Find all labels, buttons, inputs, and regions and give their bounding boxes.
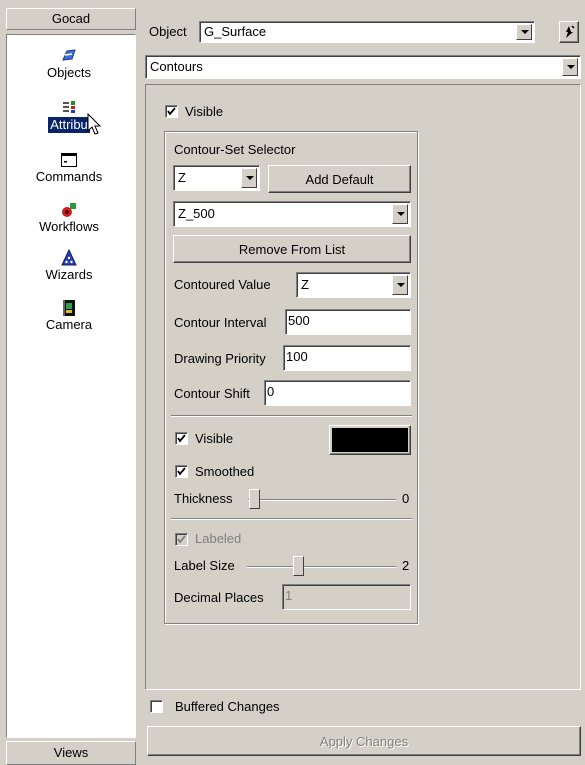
check-icon — [177, 467, 186, 476]
views-panel-button[interactable]: Views — [6, 741, 136, 765]
label-size-label: Label Size — [174, 558, 235, 573]
object-select[interactable]: G_Surface — [199, 21, 535, 43]
add-default-button[interactable]: Add Default — [268, 165, 411, 193]
contour-set-select-value: Z_500 — [178, 206, 215, 221]
contour-set-select[interactable]: Z_500 — [173, 201, 411, 227]
pin-icon — [566, 25, 575, 38]
tool-attributes-label: Attribu — [48, 117, 90, 133]
selector-title: Contour-Set Selector — [174, 142, 296, 157]
smoothed-label: Smoothed — [195, 464, 255, 479]
contour-shift-value: 0 — [267, 384, 275, 399]
smoothed-checkbox[interactable] — [175, 465, 188, 478]
check-icon — [177, 535, 186, 544]
property-dropdown-arrow-icon[interactable] — [241, 168, 257, 188]
property-select[interactable]: Z — [173, 165, 260, 191]
decimal-places-input[interactable]: 1 — [282, 584, 411, 610]
label-size-slider-thumb[interactable] — [293, 556, 304, 576]
label-size-value: 2 — [402, 558, 410, 573]
decimal-places-label: Decimal Places — [174, 590, 264, 605]
panel-select-value: Contours — [150, 59, 203, 74]
contoured-value-dropdown-arrow-icon[interactable] — [392, 275, 408, 295]
tool-workflows-label: Workflows — [39, 219, 99, 234]
attributes-icon — [63, 101, 75, 113]
contours-visible-checkbox[interactable] — [165, 105, 178, 118]
contour-interval-label: Contour Interval — [174, 315, 267, 330]
tool-commands-label: Commands — [35, 169, 103, 184]
line-color-button[interactable] — [329, 425, 411, 455]
camera-icon — [63, 300, 75, 316]
contour-interval-value: 500 — [288, 313, 310, 328]
tool-camera[interactable]: Camera — [7, 299, 131, 333]
pin-button[interactable] — [559, 21, 579, 43]
workflows-icon — [62, 203, 76, 217]
object-label: Object — [149, 24, 187, 39]
contoured-value-label: Contoured Value — [174, 277, 271, 292]
tool-wizards-label: Wizards — [45, 267, 93, 282]
labeled-checkbox[interactable] — [175, 533, 188, 546]
tool-camera-label: Camera — [45, 317, 93, 332]
commands-icon — [61, 153, 77, 167]
mouse-cursor-icon — [87, 113, 102, 135]
thickness-label: Thickness — [174, 491, 233, 506]
drawing-priority-label: Drawing Priority — [174, 351, 266, 366]
tool-objects[interactable]: Objects — [7, 47, 131, 81]
line-color-swatch — [332, 428, 408, 452]
thickness-slider-track[interactable] — [248, 499, 396, 501]
gocad-panel-header[interactable]: Gocad — [6, 8, 136, 30]
lines-visible-checkbox[interactable] — [175, 432, 188, 445]
contours-visible-label: Visible — [185, 104, 224, 119]
property-select-value: Z — [178, 170, 186, 185]
contoured-value-select-value: Z — [301, 277, 309, 292]
contour-shift-label: Contour Shift — [174, 386, 250, 401]
wizards-icon — [61, 249, 77, 266]
drawing-priority-value: 100 — [286, 349, 308, 364]
tool-commands[interactable]: Commands — [7, 151, 131, 185]
thickness-slider-thumb[interactable] — [249, 489, 260, 509]
apply-changes-button[interactable]: Apply Changes — [147, 726, 581, 756]
tool-objects-label: Objects — [46, 65, 92, 80]
object-dropdown-arrow-icon[interactable] — [516, 24, 532, 40]
group-separator-1 — [171, 415, 412, 417]
contour-shift-input[interactable]: 0 — [264, 380, 411, 406]
panel-dropdown-arrow-icon[interactable] — [562, 58, 578, 76]
labeled-label: Labeled — [195, 531, 242, 546]
decimal-places-value: 1 — [285, 588, 293, 603]
check-icon — [177, 434, 186, 443]
drawing-priority-input[interactable]: 100 — [283, 345, 411, 371]
tool-workflows[interactable]: Workflows — [7, 201, 131, 235]
object-select-value: G_Surface — [204, 24, 267, 39]
check-icon — [167, 107, 176, 116]
label-size-slider-track[interactable] — [247, 566, 396, 568]
contour-interval-input[interactable]: 500 — [285, 309, 411, 335]
group-separator-2 — [171, 518, 412, 520]
remove-from-list-button[interactable]: Remove From List — [173, 235, 411, 263]
contoured-value-select[interactable]: Z — [296, 272, 411, 298]
tool-attributes[interactable]: Attribu — [7, 99, 131, 133]
buffered-changes-label: Buffered Changes — [175, 699, 280, 714]
buffered-changes-checkbox[interactable] — [150, 700, 163, 713]
contour-set-dropdown-arrow-icon[interactable] — [392, 204, 408, 224]
objects-icon — [62, 49, 76, 61]
tool-wizards[interactable]: Wizards — [7, 249, 131, 283]
panel-select[interactable]: Contours — [145, 55, 581, 79]
thickness-value: 0 — [402, 491, 410, 506]
lines-visible-label: Visible — [195, 431, 234, 446]
tool-list: Objects Attribu Commands Workflows Wizar… — [6, 34, 136, 738]
